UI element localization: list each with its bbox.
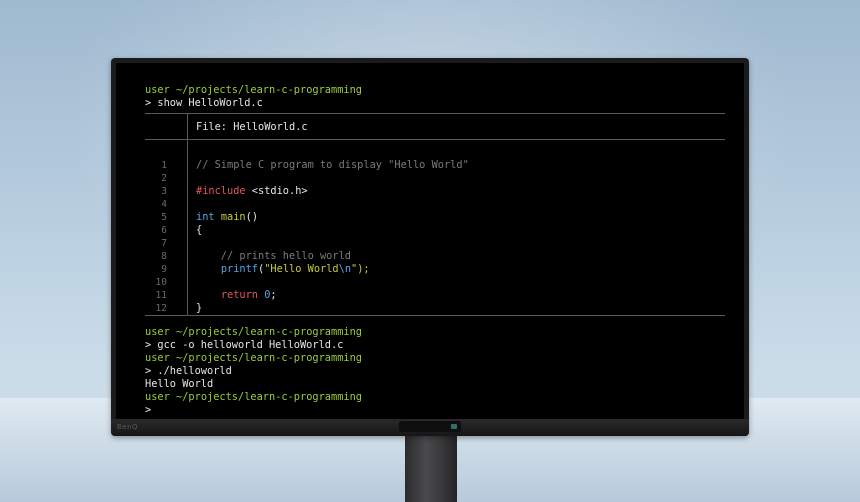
code-line: } (196, 302, 203, 314)
prompt-path: ~/projects/learn-c-programming (176, 352, 362, 364)
prompt-user: user (145, 84, 170, 96)
brand-logo: BenQ (117, 423, 139, 431)
line-number: 6 (161, 225, 167, 236)
prompt-line: user ~/projects/learn-c-programming (145, 391, 362, 404)
prompt-user: user (145, 391, 170, 403)
line-number: 7 (161, 238, 167, 249)
command-input-line[interactable]: > (145, 404, 151, 417)
program-output: Hello World (145, 378, 214, 390)
code-line: { (196, 224, 203, 236)
gutter-divider (187, 113, 188, 139)
gutter-divider (187, 139, 188, 315)
file-top-rule (145, 113, 725, 114)
code-line: printf("Hello World\n"); (220, 263, 370, 275)
prompt-path: ~/projects/learn-c-programming (176, 326, 362, 338)
line-number: 3 (161, 186, 167, 197)
prompt-path: ~/projects/learn-c-programming (176, 84, 362, 96)
prompt-user: user (145, 326, 170, 338)
code-line: int main() (196, 211, 259, 223)
monitor-stand (405, 432, 457, 502)
sensor-bar (399, 421, 461, 432)
line-number: 9 (161, 264, 167, 275)
line-number: 8 (161, 251, 167, 262)
sensor-icon (451, 424, 457, 429)
line-number: 11 (155, 290, 167, 301)
line-number: 5 (161, 212, 167, 223)
monitor: user ~/projects/learn-c-programming > sh… (111, 58, 749, 436)
line-number: 4 (161, 199, 167, 210)
prompt-line: user ~/projects/learn-c-programming (145, 326, 362, 339)
code-line: #include <stdio.h> (196, 185, 308, 197)
prompt-path: ~/projects/learn-c-programming (176, 391, 362, 403)
command-line: > ./helloworld (145, 365, 232, 377)
monitor-bezel: BenQ (111, 419, 749, 436)
line-number: 1 (161, 160, 167, 171)
line-number: 10 (155, 277, 167, 288)
prompt-line: user ~/projects/learn-c-programming (145, 352, 362, 365)
file-header-rule (145, 139, 725, 140)
file-header: File: HelloWorld.c (196, 121, 308, 133)
command-line: > show HelloWorld.c (145, 97, 263, 109)
line-number: 2 (161, 173, 167, 184)
prompt-line: user ~/projects/learn-c-programming (145, 84, 362, 97)
file-bottom-rule (145, 315, 725, 316)
command-line: > gcc -o helloworld HelloWorld.c (145, 339, 344, 351)
code-line: // Simple C program to display "Hello Wo… (196, 159, 469, 171)
line-number: 12 (155, 303, 167, 314)
code-line: return 0; (220, 289, 277, 301)
terminal-screen[interactable]: user ~/projects/learn-c-programming > sh… (116, 63, 744, 419)
prompt-user: user (145, 352, 170, 364)
code-line: // prints hello world (196, 250, 351, 262)
